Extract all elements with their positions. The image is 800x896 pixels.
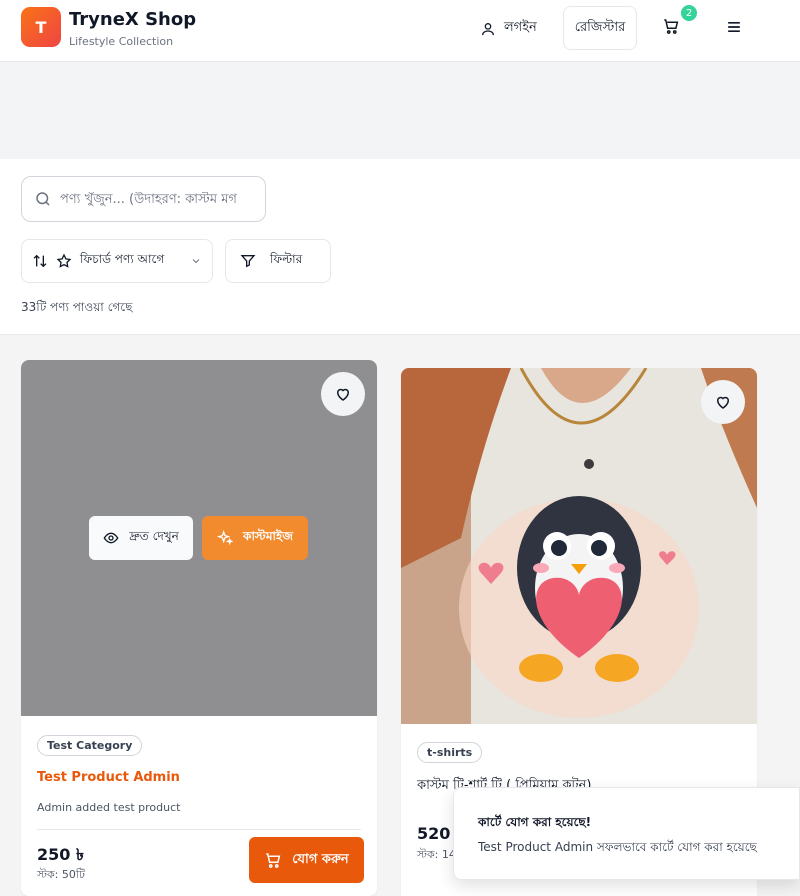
user-icon [482,22,494,35]
heart-icon [716,396,730,409]
site-header: T TryneX Shop Lifestyle Collection লগইন … [0,0,800,62]
menu-button[interactable] [724,17,746,39]
add-to-cart-label: যোগ করুন [292,851,349,867]
quick-view-label: দ্রুত দেখুন [129,529,179,543]
toast-message: Test Product Admin সফলভাবে কার্টে যোগ কর… [478,840,757,854]
search-input[interactable] [60,191,250,207]
product-image[interactable] [401,368,757,724]
login-button[interactable]: লগইন [480,18,537,39]
favorite-button[interactable] [321,372,365,416]
favorite-button[interactable] [701,380,745,424]
eye-icon [103,532,119,544]
product-image-placeholder[interactable]: দ্রুত দেখুন কাস্টমাইজ [21,360,377,716]
customize-button[interactable]: কাস্টমাইজ [202,516,308,560]
cart-button[interactable] [662,17,688,39]
category-badge: t-shirts [417,742,483,763]
toast-notification[interactable]: কার্টে যোগ করা হয়েছে! Test Product Admi… [453,787,800,880]
brand-tagline: Lifestyle Collection [69,35,174,48]
banner-area [0,62,800,159]
heart-icon [336,388,350,401]
toast-title: কার্টে যোগ করা হয়েছে! [478,815,592,829]
search-box[interactable] [21,176,266,222]
result-count: 33টি পণ্য পাওয়া গেছে [21,300,133,314]
quick-view-button[interactable]: দ্রুত দেখুন [89,516,193,560]
sort-arrows-icon [33,254,47,268]
chevron-down-icon [192,259,200,264]
filter-label: ফিল্টার [270,252,303,266]
hamburger-icon [728,22,740,32]
product-card[interactable]: দ্রুত দেখুন কাস্টমাইজ Test Category Test… [21,360,377,896]
search-icon [36,192,50,206]
product-price: 250 ৳ [37,845,84,864]
product-toolbar: ফিচার্ড পণ্য আগে ফিল্টার 33টি পণ্য পাওয়… [0,159,800,335]
sparkles-icon [217,530,234,546]
register-label: রেজিস্টার [574,19,626,35]
login-label: লগইন [504,20,537,35]
star-icon [56,253,72,268]
cart-count-badge: 2 [681,5,697,21]
brand-name[interactable]: TryneX Shop [69,9,196,30]
product-description: Admin added test product [37,801,181,814]
customize-label: কাস্টমাইজ [243,529,293,543]
filter-button[interactable]: ফিল্টার [225,239,331,283]
cart-icon [664,19,679,34]
sort-label: ফিচার্ড পণ্য আগে [80,252,165,266]
divider [37,829,361,830]
product-stock: স্টক: 50টি [37,868,86,881]
logo[interactable]: T [21,7,61,47]
cart-icon [266,853,281,868]
sort-select[interactable]: ফিচার্ড পণ্য আগে [21,239,213,283]
add-to-cart-button[interactable]: যোগ করুন [249,837,364,883]
register-button[interactable]: রেজিস্টার [563,6,637,50]
product-title[interactable]: Test Product Admin [37,770,180,785]
penguin-tshirt-illustration [401,368,757,724]
category-badge: Test Category [37,735,143,756]
filter-icon [240,255,256,268]
